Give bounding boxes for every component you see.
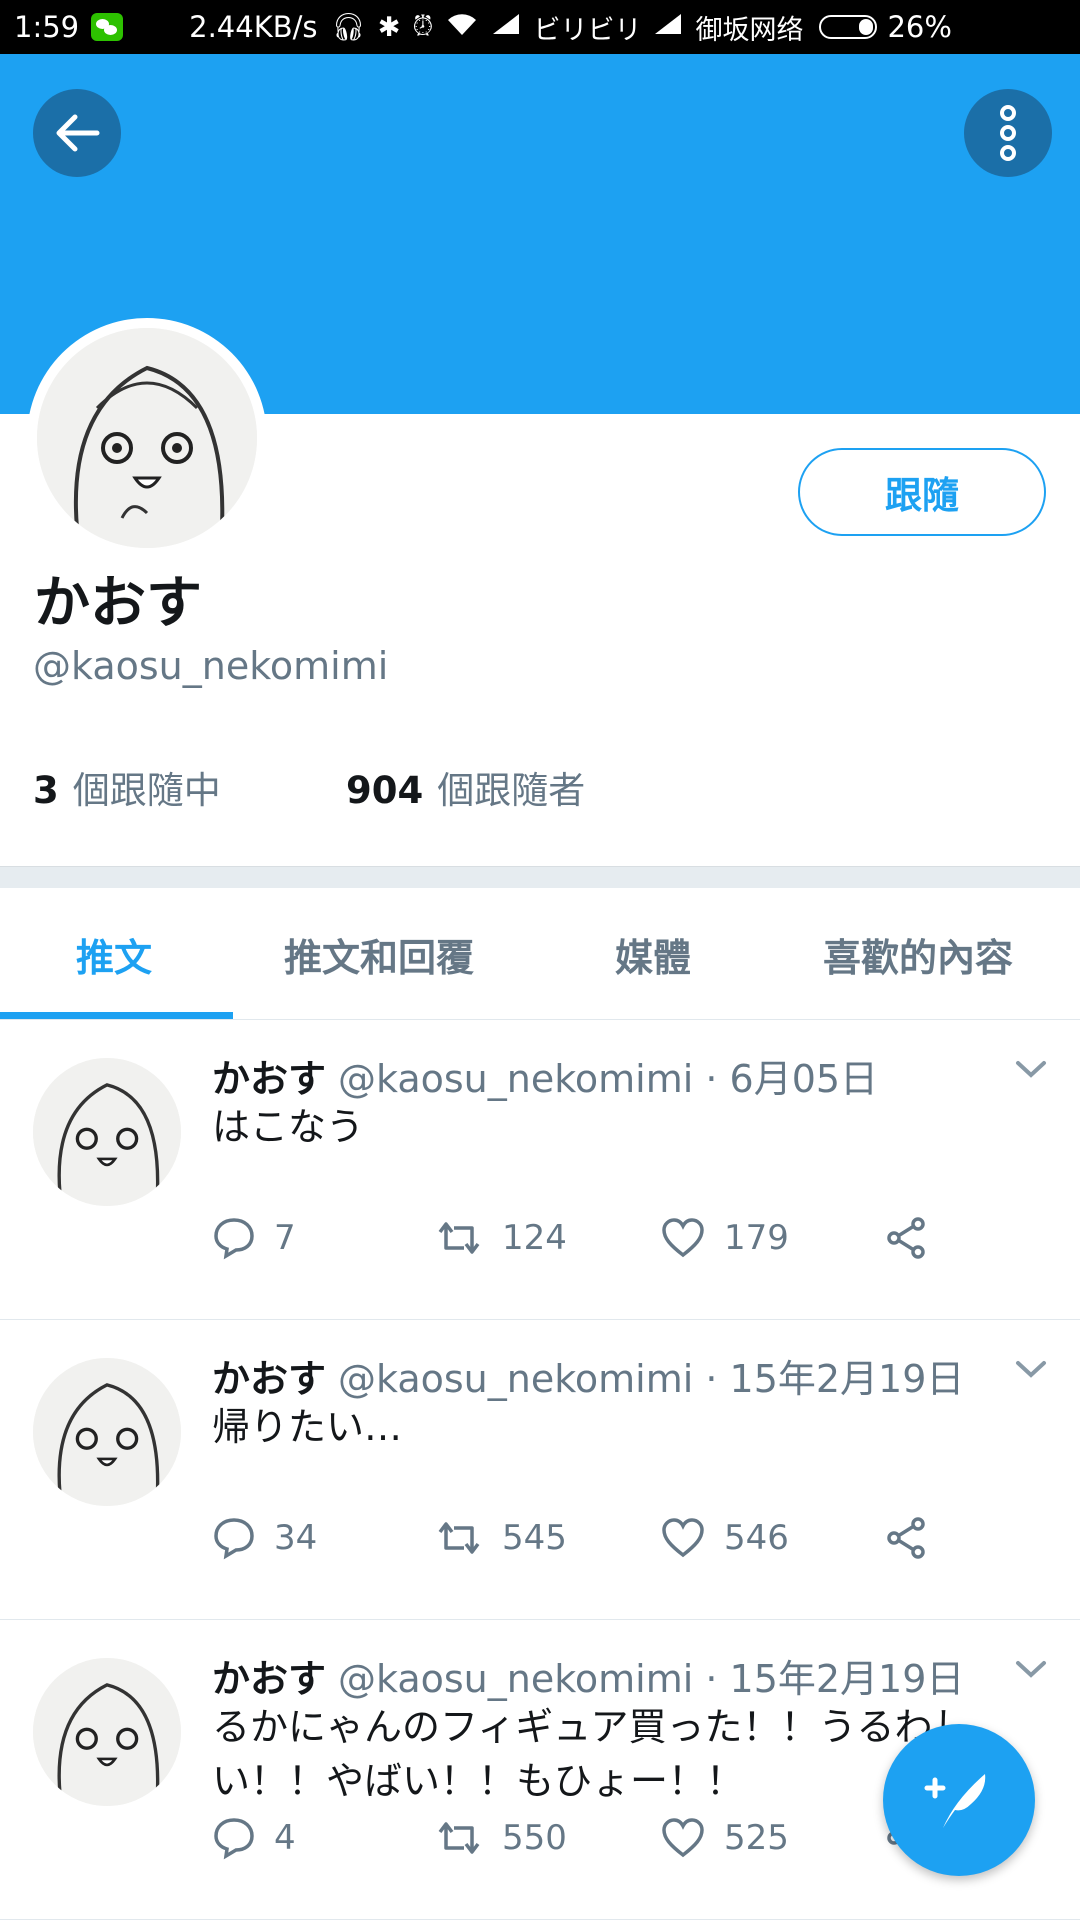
like-count: 179 xyxy=(724,1218,789,1258)
share-icon xyxy=(887,1217,925,1259)
tweet-meta: @kaosu_nekomimi · 15年2月19日 xyxy=(338,1357,965,1401)
profile-tabs: 推文 推文和回覆 媒體 喜歡的內容 xyxy=(0,888,1080,1020)
chevron-down-icon xyxy=(1016,1361,1046,1378)
carrier-1: ビリビリ xyxy=(533,14,642,46)
tweet-author-name[interactable]: かおす xyxy=(212,1357,326,1401)
tweet-avatar[interactable] xyxy=(33,1058,181,1206)
tweet-header: かおす @kaosu_nekomimi · 15年2月19日 xyxy=(212,1348,964,1403)
heart-icon xyxy=(662,1518,704,1558)
retweet-count: 550 xyxy=(502,1818,567,1858)
share-icon xyxy=(887,1517,925,1559)
tab-likes[interactable]: 喜歡的內容 xyxy=(823,888,1013,1020)
reply-count: 4 xyxy=(274,1818,296,1858)
following-stat[interactable]: 3 個跟隨中 xyxy=(33,760,221,814)
network-speed: 2.44KB/s xyxy=(189,10,318,44)
tweet-text: はこなう xyxy=(212,1105,365,1149)
wechat-notification-icon xyxy=(91,13,124,41)
reply-icon xyxy=(214,1518,254,1560)
like-count: 525 xyxy=(724,1818,789,1858)
tweet-header: かおす @kaosu_nekomimi · 15年2月19日 xyxy=(212,1648,964,1703)
battery-percent: 26% xyxy=(887,10,952,44)
followers-stat[interactable]: 904 個跟隨者 xyxy=(346,760,585,814)
avatar-image xyxy=(37,328,257,548)
tab-tweets-replies[interactable]: 推文和回覆 xyxy=(284,888,474,1020)
followers-count: 904 xyxy=(346,769,424,812)
chevron-down-icon xyxy=(1016,1061,1046,1078)
arrow-left-icon xyxy=(56,114,100,152)
reply-icon xyxy=(214,1218,254,1260)
retweet-icon xyxy=(438,1522,480,1554)
retweet-count: 124 xyxy=(502,1218,567,1258)
back-button[interactable] xyxy=(33,89,121,177)
follow-button[interactable]: 跟隨 xyxy=(798,448,1046,536)
following-count: 3 xyxy=(33,769,59,812)
reply-count: 34 xyxy=(274,1518,318,1558)
signal-icon xyxy=(491,12,521,43)
reply-button[interactable]: 7 xyxy=(212,1216,296,1260)
tweet-author-name[interactable]: かおす xyxy=(212,1057,326,1101)
status-icons: 🎧︎ ✱ ⏰︎ ビリビリ 御坂网络 xyxy=(332,8,878,47)
compose-tweet-button[interactable] xyxy=(883,1724,1035,1876)
active-tab-indicator xyxy=(0,1012,233,1019)
tweet-menu-button[interactable] xyxy=(1014,1058,1048,1084)
retweet-count: 545 xyxy=(502,1518,567,1558)
follow-stats: 3 個跟隨中 904 個跟隨者 xyxy=(33,760,585,814)
retweet-icon xyxy=(438,1222,480,1254)
profile-handle: @kaosu_nekomimi xyxy=(33,644,389,688)
chevron-down-icon xyxy=(1016,1661,1046,1678)
retweet-icon xyxy=(438,1822,480,1854)
signal-icon-2 xyxy=(653,12,683,43)
retweet-button[interactable]: 124 xyxy=(434,1218,567,1258)
status-time: 1:59 xyxy=(14,10,80,44)
section-divider xyxy=(0,866,1080,888)
headphones-icon: 🎧︎ xyxy=(331,12,366,43)
like-button[interactable]: 546 xyxy=(660,1517,789,1559)
retweet-button[interactable]: 550 xyxy=(434,1818,567,1858)
tweet-avatar[interactable] xyxy=(33,1358,181,1506)
tweet-text: るかにゃんのフィギュア買った！！うるわしい！！やばい！！もひょー！！ xyxy=(212,1705,971,1803)
heart-icon xyxy=(662,1218,704,1258)
following-label: 個跟隨中 xyxy=(72,769,221,812)
share-button[interactable] xyxy=(884,1216,928,1260)
tweet-meta: @kaosu_nekomimi · 15年2月19日 xyxy=(338,1657,965,1701)
tweet-avatar[interactable] xyxy=(33,1658,181,1806)
retweet-button[interactable]: 545 xyxy=(434,1518,567,1558)
tweet-text: 帰りたい… xyxy=(212,1405,403,1449)
tweet-header: かおす @kaosu_nekomimi · 6月05日 xyxy=(212,1048,878,1103)
share-button[interactable] xyxy=(884,1516,928,1560)
tweet-author-name[interactable]: かおす xyxy=(212,1657,326,1701)
bluetooth-icon: ✱ xyxy=(377,11,401,43)
profile-display-name: かおす xyxy=(34,571,202,636)
followers-label: 個跟隨者 xyxy=(437,769,586,812)
alarm-icon: ⏰︎ xyxy=(412,11,434,42)
carrier-2: 御坂网络 xyxy=(695,14,804,46)
compose-tweet-icon xyxy=(924,1774,986,1828)
reply-button[interactable]: 34 xyxy=(212,1516,317,1560)
heart-icon xyxy=(662,1818,704,1858)
tab-media[interactable]: 媒體 xyxy=(615,888,691,1020)
reply-icon xyxy=(214,1818,254,1860)
like-count: 546 xyxy=(724,1518,789,1558)
more-options-button[interactable] xyxy=(964,89,1052,177)
tweet-menu-button[interactable] xyxy=(1014,1358,1048,1384)
reply-button[interactable]: 4 xyxy=(212,1816,296,1860)
tweet-meta: @kaosu_nekomimi · 6月05日 xyxy=(338,1057,879,1101)
profile-avatar[interactable] xyxy=(27,318,267,558)
tweet-menu-button[interactable] xyxy=(1014,1658,1048,1684)
tab-tweets[interactable]: 推文 xyxy=(76,888,152,1020)
tweet-item[interactable]: かおす @kaosu_nekomimi · 15年2月19日 帰りたい… 34 5… xyxy=(0,1320,1080,1620)
like-button[interactable]: 525 xyxy=(660,1817,789,1859)
status-bar: 1:59 2.44KB/s 🎧︎ ✱ ⏰︎ ビリビリ 御坂网络 26% xyxy=(0,0,1080,54)
wifi-icon xyxy=(445,11,479,44)
reply-count: 7 xyxy=(274,1218,296,1258)
tweet-item[interactable]: かおす @kaosu_nekomimi · 6月05日 はこなう 7 124 17… xyxy=(0,1020,1080,1320)
like-button[interactable]: 179 xyxy=(660,1217,789,1259)
more-vertical-icon xyxy=(1000,105,1016,161)
battery-icon xyxy=(819,15,878,39)
